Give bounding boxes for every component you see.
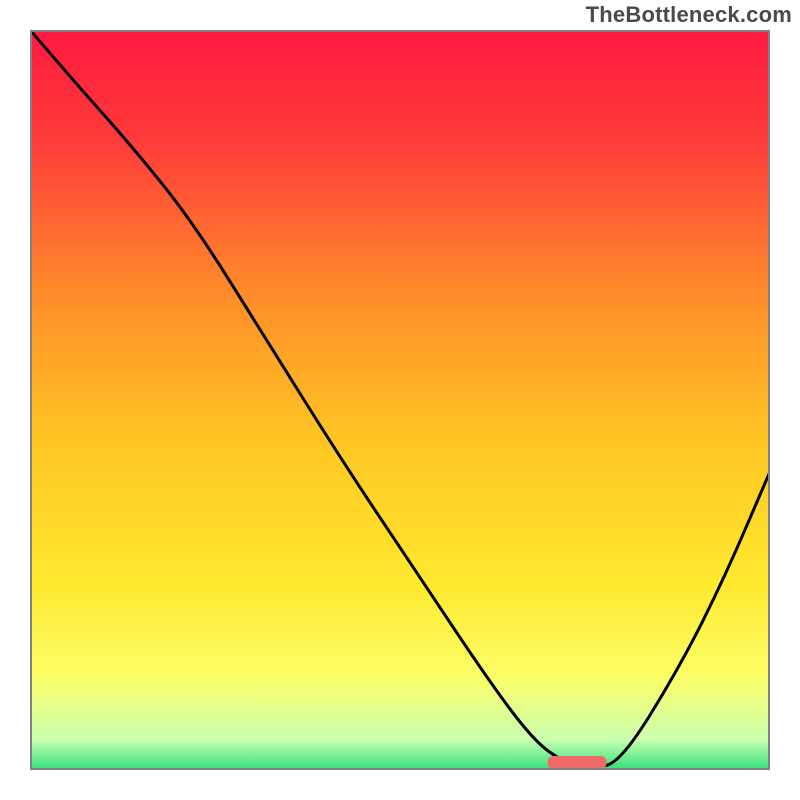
gradient-background <box>31 31 769 769</box>
bottleneck-chart <box>0 0 800 800</box>
watermark-text: TheBottleneck.com <box>586 2 792 28</box>
optimal-marker <box>548 756 607 769</box>
